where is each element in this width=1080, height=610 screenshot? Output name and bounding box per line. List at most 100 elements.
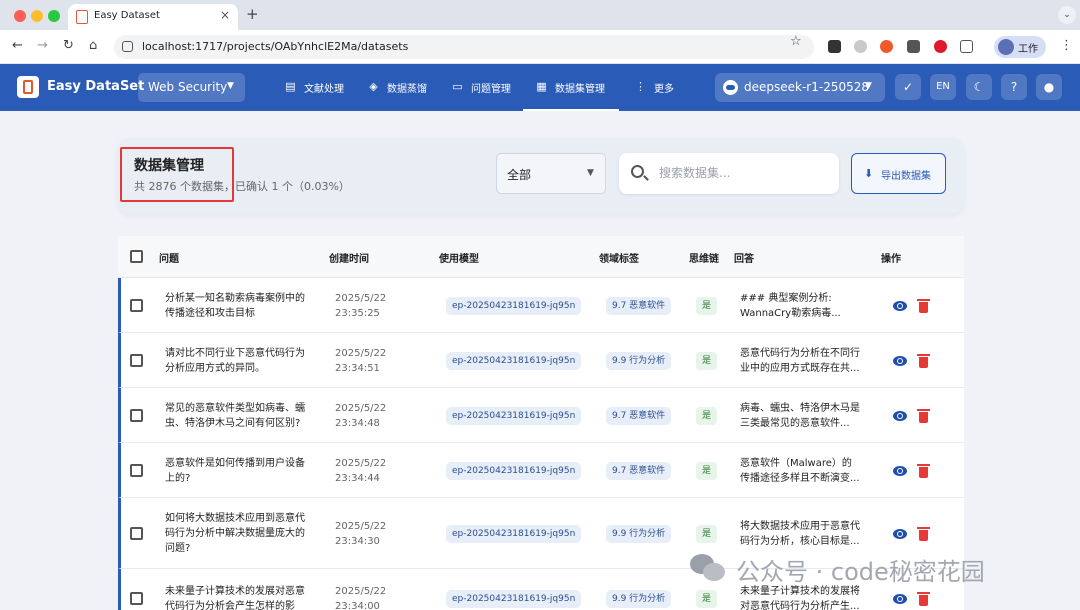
nav-datasets[interactable]: ▦ 数据集管理 [523,64,619,111]
created-date: 2025/5/22 [335,457,387,469]
created-cell: 2025/5/22 23:34:30 [335,519,415,549]
model-select[interactable]: deepseek-r1-250528 ▼ [715,73,885,102]
question-cell[interactable]: 分析某一知名勒索病毒案例中的 传播途径和攻击目标 [165,291,317,321]
github-icon[interactable]: ● [1036,74,1062,100]
row-checkbox[interactable] [130,592,143,605]
dataset-summary: 共 2876 个数据集，已确认 1 个（0.03%） [134,180,350,193]
header-created[interactable]: 创建时间 [329,250,369,265]
extension-icon[interactable] [828,40,841,53]
eye-icon[interactable] [893,594,907,604]
nav-documents[interactable]: ▤ 文献处理 [284,64,354,111]
export-button[interactable]: ⬇ 导出数据集 [851,153,946,194]
question-line: 恶意软件是如何传播到用户设备 [165,457,305,469]
extensions-puzzle-icon[interactable] [960,40,973,53]
help-icon[interactable]: ? [1001,74,1027,100]
browser-tab[interactable]: Easy Dataset × [68,4,238,30]
extension-icon[interactable] [907,40,920,53]
chevron-down-icon: ▼ [865,81,872,91]
new-tab-icon[interactable]: + [246,5,259,23]
row-checkbox[interactable] [130,353,143,367]
browser-toolbar: ← → ↻ ⌂ localhost:1717/projects/OAbYnhcl… [0,30,1080,64]
trash-icon[interactable] [917,353,930,368]
trash-icon[interactable] [917,408,930,423]
nav-label: 数据蒸馏 [387,84,427,95]
eye-icon[interactable] [893,410,907,421]
question-cell[interactable]: 常见的恶意软件类型如病毒、蠕 虫、特洛伊木马之间有何区别? [165,401,317,431]
document-icon: ▤ [285,80,296,93]
table-row[interactable]: 请对比不同行业下恶意代码行为 分析应用方式的异同。 2025/5/22 23:34:5… [118,333,964,388]
search-input[interactable] [659,163,829,183]
question-line: 分析某一知名勒索病毒案例中的 [165,292,305,304]
table-row[interactable]: 常见的恶意软件类型如病毒、蠕 虫、特洛伊木马之间有何区别? 2025/5/22 23:… [118,388,964,443]
window-minimize-button[interactable] [31,10,43,22]
extension-icon[interactable] [854,40,867,53]
eye-icon[interactable] [893,355,907,366]
question-cell[interactable]: 恶意软件是如何传播到用户设备 上的? [165,456,317,486]
filter-select[interactable]: 全部 ▼ [496,153,606,194]
row-checkbox[interactable] [130,408,143,422]
domain-tag: 9.9 行为分析 [606,590,672,608]
question-line: 未来量子计算技术的发展对恶意 [165,586,305,597]
question-cell[interactable]: 如何将大数据技术应用到恶意代 码行为分析中解决数据量庞大的 问题? [165,511,317,556]
domain-tag: 9.9 行为分析 [606,351,672,370]
nav-distill[interactable]: ◈ 数据蒸馏 [367,64,437,111]
close-tab-icon[interactable]: × [220,8,230,22]
answer-line: 恶意代码行为分析在不同行 [740,347,860,359]
table-row[interactable]: 恶意软件是如何传播到用户设备 上的? 2025/5/22 23:34:44 ep-202… [118,443,964,498]
profile-button[interactable]: 工作 [994,36,1046,58]
row-checkbox[interactable] [130,526,143,540]
header-model: 使用模型 [439,254,479,265]
trash-icon[interactable] [917,592,930,606]
reload-icon[interactable]: ↻ [63,38,74,53]
created-cell: 2025/5/22 23:34:51 [335,346,415,376]
home-icon[interactable]: ⌂ [89,38,97,53]
check-circle-icon[interactable]: ✓ [895,74,921,100]
language-button[interactable]: EN [930,74,956,100]
window-maximize-button[interactable] [48,10,60,22]
created-time: 23:34:30 [335,535,380,547]
question-line: 上的? [165,472,191,484]
search-box[interactable] [619,153,839,194]
eye-icon[interactable] [893,528,907,539]
moon-icon[interactable]: ☾ [966,74,992,100]
created-time: 23:34:51 [335,362,380,374]
site-info-icon[interactable] [122,41,133,52]
forward-icon[interactable]: → [37,38,48,53]
dataset-toolbar: 数据集管理 共 2876 个数据集，已确认 1 个（0.03%） 全部 ▼ ⬇ … [118,138,964,214]
trash-icon[interactable] [917,526,930,541]
trash-icon[interactable] [917,463,930,478]
window-close-button[interactable] [14,10,26,22]
download-icon: ⬇ [864,167,874,180]
eye-icon[interactable] [893,465,907,476]
chevron-down-icon: ▼ [587,168,594,178]
extension-icon[interactable] [880,40,893,53]
question-cell[interactable]: 未来量子计算技术的发展对恶意 代码行为分析会产生怎样的影 [165,584,317,610]
wechat-icon [690,554,728,582]
page-title: 数据集管理 [134,158,204,174]
eye-icon[interactable] [893,300,907,311]
back-icon[interactable]: ← [12,38,23,53]
question-line: 码行为分析中解决数据量庞大的 [165,528,305,539]
address-bar[interactable]: localhost:1717/projects/OAbYnhclE2Ma/dat… [114,35,814,59]
nav-questions[interactable]: ▭ 问题管理 [451,64,521,111]
created-date: 2025/5/22 [335,292,387,304]
row-checkbox[interactable] [130,298,143,312]
app-logo[interactable] [17,76,39,98]
bookmark-star-icon[interactable]: ☆ [790,34,802,49]
nav-more[interactable]: ⋮ 更多 [634,64,678,111]
question-cell[interactable]: 请对比不同行业下恶意代码行为 分析应用方式的异同。 [165,346,317,376]
trash-icon[interactable] [917,298,930,313]
extension-icon[interactable] [934,40,947,53]
answer-line: 码行为分析，核心目标是... [740,535,860,547]
nav-label: 更多 [654,84,674,95]
project-select[interactable]: Web Security ▼ [138,73,245,102]
tab-title: Easy Dataset [94,10,160,21]
header-question[interactable]: 问题 [159,250,179,265]
select-all-checkbox[interactable] [130,250,143,263]
main-content: 数据集管理 共 2876 个数据集，已确认 1 个（0.03%） 全部 ▼ ⬇ … [0,111,1080,610]
row-checkbox[interactable] [130,463,143,477]
header-answer: 回答 [734,254,754,265]
browser-menu-icon[interactable]: ⋮ [1060,38,1073,53]
tab-search-icon[interactable]: ⌄ [1058,6,1076,24]
table-row[interactable]: 分析某一知名勒索病毒案例中的 传播途径和攻击目标 2025/5/22 23:35:25… [118,278,964,333]
